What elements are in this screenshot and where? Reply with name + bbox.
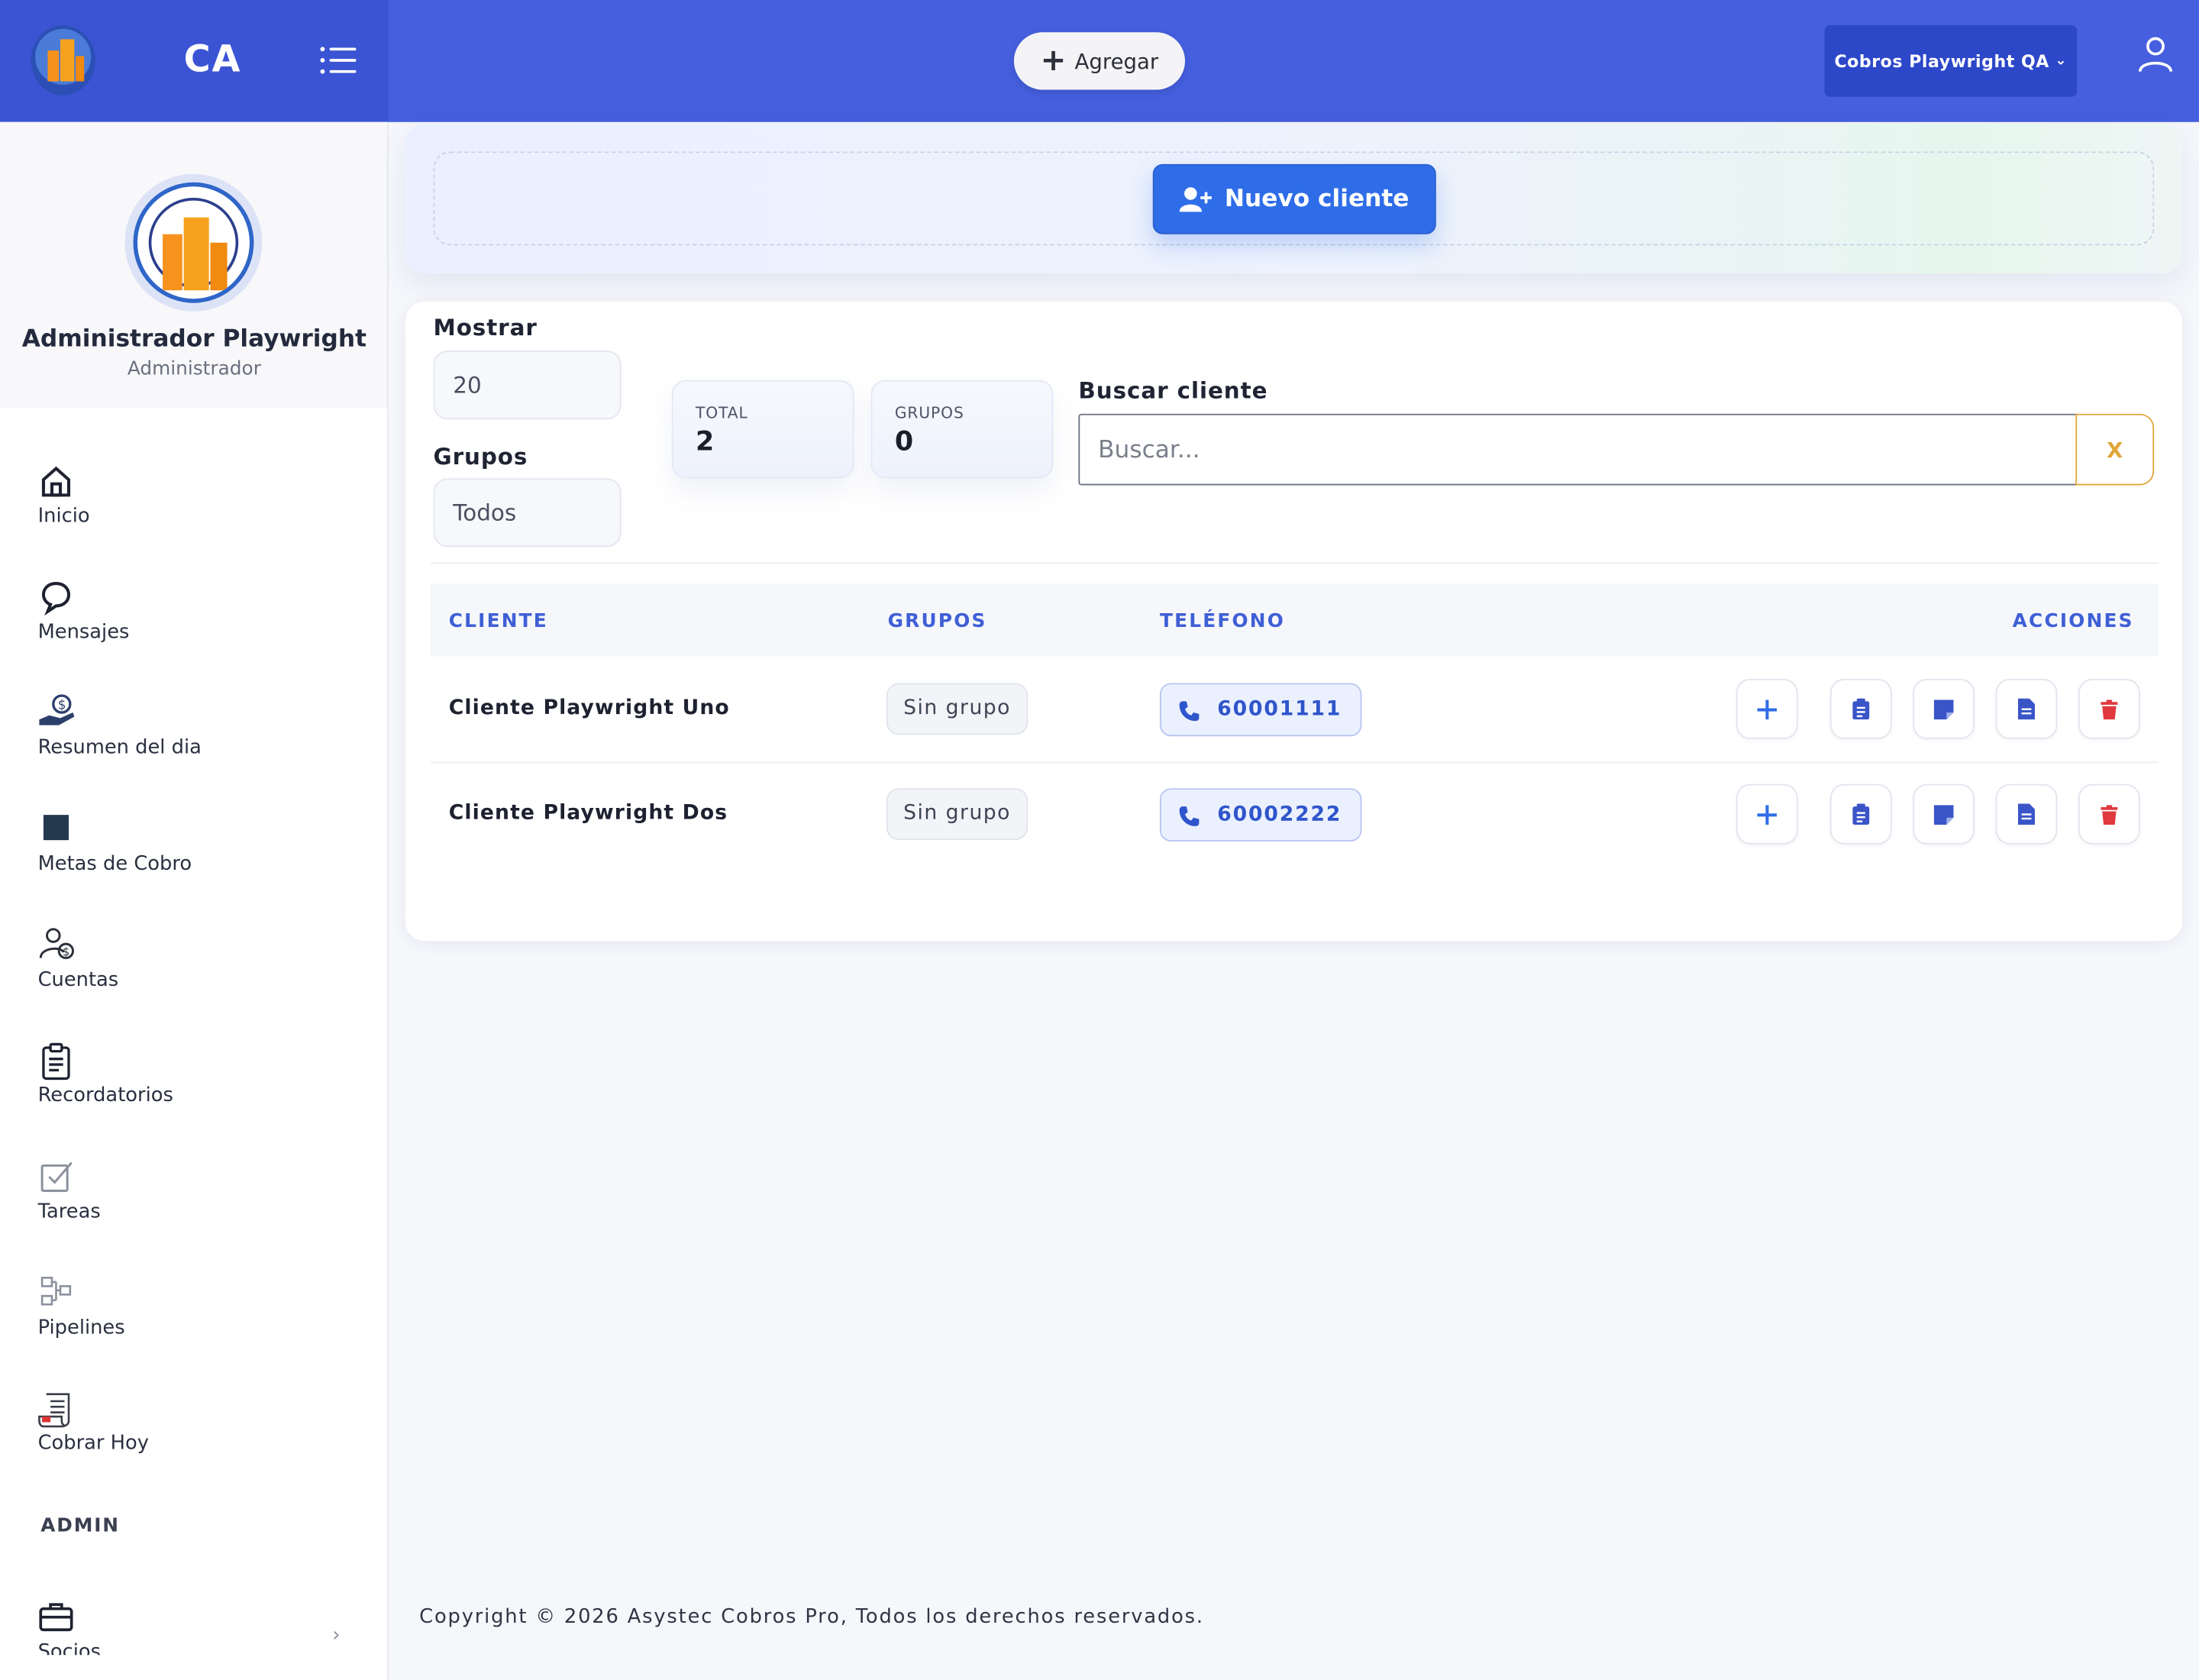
sidebar-item-tareas[interactable]: Tareas [38,1158,360,1242]
add-action-button[interactable] [1736,783,1798,845]
clients-card: Mostrar 20 Grupos Todos TOTAL 2 GRUPOS 0… [405,301,2182,942]
add-button[interactable]: + Agregar [1013,32,1186,90]
svg-text:$: $ [58,697,66,712]
header-cliente[interactable]: CLIENTE [449,610,548,632]
receipt-icon [38,1390,75,1428]
hand-coin-icon: $ [38,694,75,731]
trash-icon [2101,699,2118,719]
groups-stat: GRUPOS 0 [870,380,1054,479]
sidebar-item-resumen[interactable]: $ Resumen del dia [38,694,360,778]
profile-role: Administrador [127,357,261,380]
clipboard-list-icon [38,1042,75,1081]
user-plus-icon [1180,187,1213,212]
sidebar-item-mensajes[interactable]: Mensajes [38,580,360,664]
footer-copyright: Copyright © 2026 Asystec Cobros Pro, Tod… [419,1606,1204,1629]
table-header: CLIENTE GRUPOS TELÉFONO ACCIONES [430,583,2159,657]
clear-search-button[interactable]: X [2075,413,2155,486]
brand-abbreviation: CA [183,39,242,82]
phone-link[interactable]: 60001111 [1159,683,1361,737]
header-telefono[interactable]: TELÉFONO [1160,610,1285,632]
document-icon [2018,698,2036,720]
total-stat-label: TOTAL [696,403,748,422]
sidebar-item-metas[interactable]: Metas de Cobro [38,811,360,895]
delete-action-button[interactable] [2078,783,2140,845]
note-icon [1933,699,1954,719]
home-icon [38,463,75,499]
user-coin-icon: $ [38,927,75,964]
client-name[interactable]: Cliente Playwright Uno [449,697,730,719]
phone-number: 60002222 [1217,803,1342,826]
sidebar: Administrador Playwright Administrador I… [0,121,389,1680]
phone-icon [1179,701,1200,722]
chevron-down-icon: ⌄ [2055,53,2068,69]
top-bar: CA + Agregar Cobros Playwright QA ⌄ [0,0,2199,122]
checkbox-icon [38,1158,75,1195]
company-selector[interactable]: Cobros Playwright QA ⌄ [1824,25,2078,97]
svg-text:$: $ [63,946,69,959]
header-acciones: ACCIONES [2012,609,2134,633]
clipboard-action-button[interactable] [1829,678,1892,739]
table-row[interactable]: Cliente Playwright Uno Sin grupo 6000111… [430,657,2159,764]
company-name: Cobros Playwright QA [1834,51,2049,71]
user-profile: Administrador Playwright Administrador [0,121,387,409]
search-label: Buscar cliente [1078,377,1268,404]
new-client-button[interactable]: Nuevo cliente [1152,163,1436,234]
trash-icon [2101,804,2118,825]
show-label: Mostrar [433,314,538,341]
menu-toggle-icon[interactable] [320,45,357,76]
user-icon[interactable] [2137,35,2174,74]
sidebar-item-cobrar-hoy[interactable]: Cobrar Hoy [38,1390,360,1474]
phone-icon [1179,806,1200,826]
client-name[interactable]: Cliente Playwright Dos [449,803,728,825]
profile-name: Administrador Playwright [21,325,367,354]
groups-stat-label: GRUPOS [894,403,964,422]
phone-link[interactable]: 60002222 [1159,788,1361,842]
table-row[interactable]: Cliente Playwright Dos Sin grupo 6000222… [431,763,2159,868]
clipboard-action-button[interactable] [1829,783,1892,845]
avatar [124,173,263,312]
search-input[interactable] [1078,413,2078,486]
clipboard-icon [1852,698,1870,720]
header-grupos[interactable]: GRUPOS [888,610,987,632]
clipboard-icon [1852,803,1870,825]
note-icon [1933,804,1954,825]
groups-label: Grupos [433,443,528,470]
note-action-button[interactable] [1913,678,1975,739]
divider [430,562,2159,564]
phone-number: 60001111 [1217,698,1342,722]
admin-section-title: ADMIN [40,1514,120,1538]
plus-icon: + [1040,43,1067,78]
chat-bubble-icon [38,580,75,616]
briefcase-icon [38,1599,75,1636]
brand-area: CA [0,0,389,122]
total-stat-value: 2 [696,426,715,457]
chevron-right-icon[interactable]: › [332,1624,340,1646]
plus-icon [1757,804,1778,825]
plus-icon [1757,699,1778,719]
group-badge: Sin grupo [886,683,1028,735]
add-action-button[interactable] [1736,678,1798,739]
note-action-button[interactable] [1913,783,1975,845]
sidebar-item-recordatorios[interactable]: Recordatorios [38,1042,360,1126]
show-select[interactable]: 20 [433,351,622,420]
sidebar-item-inicio[interactable]: Inicio [38,463,360,547]
group-badge: Sin grupo [886,788,1028,841]
document-action-button[interactable] [1995,783,2058,845]
sidebar-item-cuentas[interactable]: $ Cuentas [38,927,360,1011]
groups-stat-value: 0 [894,426,914,457]
total-stat: TOTAL 2 [671,380,854,479]
sidebar-item-pipelines[interactable]: Pipelines [38,1275,360,1359]
add-button-label: Agregar [1074,48,1159,74]
new-client-label: Nuevo cliente [1224,185,1409,214]
document-icon [2018,803,2036,825]
groups-select[interactable]: Todos [433,478,622,548]
brand-logo[interactable] [31,25,95,95]
sidebar-item-socios[interactable]: Socios [38,1599,360,1655]
document-action-button[interactable] [1995,678,2058,739]
square-icon [38,811,75,848]
delete-action-button[interactable] [2078,678,2140,739]
pipeline-icon [38,1275,75,1312]
